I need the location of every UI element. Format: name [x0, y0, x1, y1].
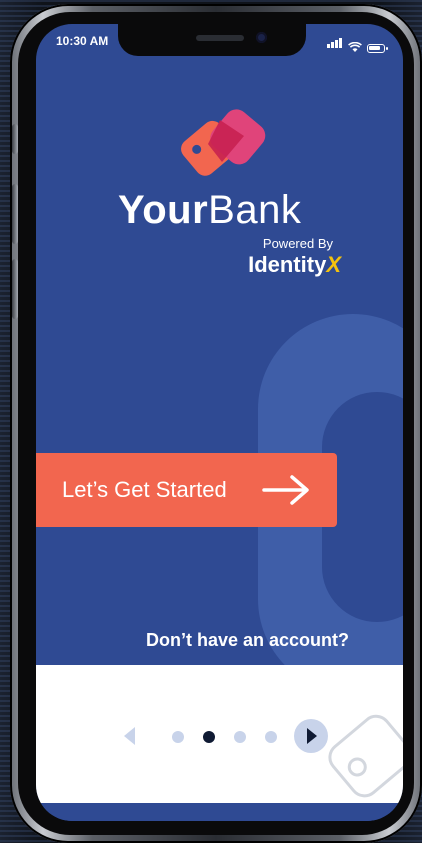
- tag-outline-icon: [328, 714, 403, 798]
- bottom-strip: [36, 803, 403, 821]
- pager: [124, 717, 344, 757]
- pager-dot-4[interactable]: [265, 731, 277, 743]
- status-icons: [327, 35, 388, 53]
- chevron-left-icon[interactable]: [124, 727, 135, 745]
- arrow-right-icon: [262, 475, 309, 505]
- brand-name-bold: Your: [118, 188, 209, 232]
- heart-tag-logo-icon: [181, 109, 266, 176]
- account-prompt[interactable]: Don’t have an account?: [36, 630, 403, 651]
- front-camera: [256, 32, 267, 43]
- signal-icon: [327, 35, 343, 53]
- pager-dot-3[interactable]: [234, 731, 246, 743]
- status-bar: 10:30 AM: [36, 24, 403, 58]
- pager-dot-2[interactable]: [203, 731, 215, 743]
- speaker: [196, 35, 244, 41]
- powered-by-label: Powered By: [262, 236, 333, 251]
- brand-name-light: Bank: [208, 188, 302, 232]
- app-screen: 10:30 AM YourBank Powered By IdentityX L…: [36, 24, 403, 821]
- pager-dot-1[interactable]: [172, 731, 184, 743]
- notch: [118, 24, 306, 56]
- brand-logo: YourBank Powered By IdentityX: [36, 96, 403, 296]
- get-started-button[interactable]: Let’s Get Started: [36, 453, 337, 527]
- partner-mark: X: [326, 252, 341, 277]
- status-time: 10:30 AM: [56, 34, 109, 48]
- battery-icon: [367, 44, 388, 53]
- brand-name: YourBank: [118, 188, 301, 233]
- wifi-icon: [348, 42, 362, 52]
- get-started-label: Let’s Get Started: [62, 477, 227, 502]
- partner-name: Identity: [248, 252, 327, 277]
- partner-logo: IdentityX: [248, 252, 341, 278]
